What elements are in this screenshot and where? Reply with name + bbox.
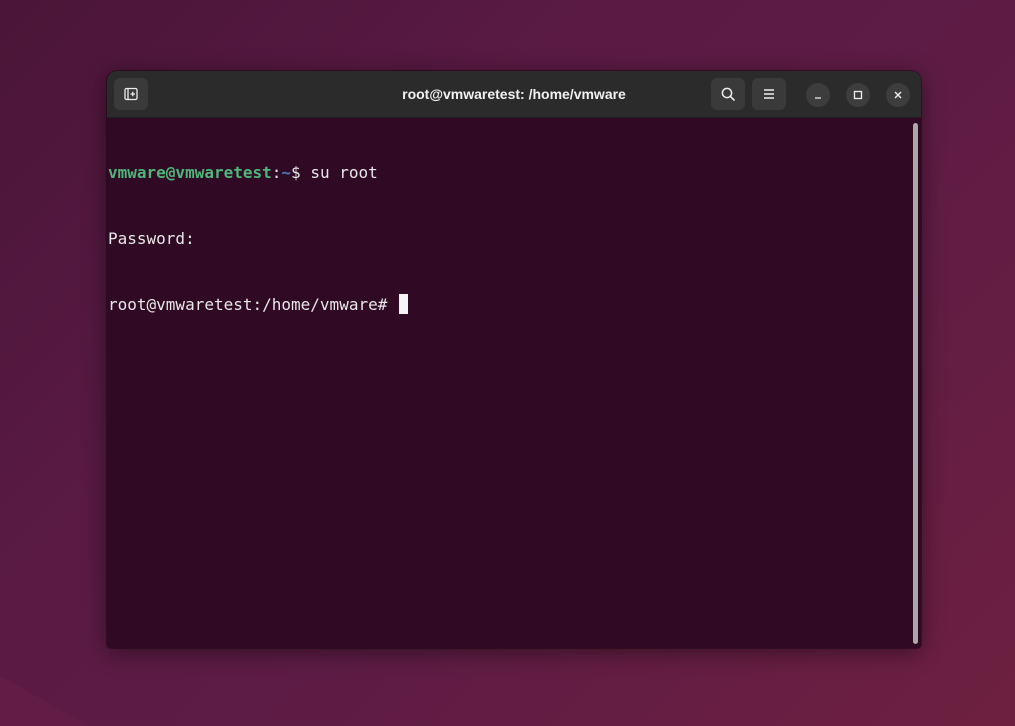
window-title: root@vmwaretest: /home/vmware [402, 86, 626, 102]
new-tab-icon [124, 87, 138, 101]
text-cursor [398, 294, 408, 314]
new-tab-button[interactable] [114, 78, 148, 110]
headerbar: root@vmwaretest: /home/vmware [107, 71, 921, 118]
minimize-button[interactable] [806, 83, 830, 107]
terminal-line: root@vmwaretest:/home/vmware# [108, 294, 408, 316]
terminal-line: vmware@vmwaretest:~$ su root [108, 162, 408, 184]
prompt-separator: : [271, 163, 282, 182]
password-prompt: Password: [108, 229, 195, 248]
terminal-output: vmware@vmwaretest:~$ su root Password: r… [108, 118, 408, 360]
terminal-area[interactable]: vmware@vmwaretest:~$ su root Password: r… [107, 118, 921, 648]
close-icon [894, 91, 902, 99]
desktop-background-shape [0, 676, 90, 726]
maximize-button[interactable] [846, 83, 870, 107]
prompt-path: ~ [281, 163, 292, 182]
root-prompt: root@vmwaretest:/home/vmware# [108, 295, 397, 314]
terminal-line: Password: [108, 228, 408, 250]
close-button[interactable] [886, 83, 910, 107]
hamburger-menu-icon [764, 89, 774, 99]
search-icon [721, 87, 735, 101]
menu-button[interactable] [752, 78, 786, 110]
minimize-icon [815, 97, 821, 99]
scrollbar[interactable] [913, 123, 918, 644]
terminal-window: root@vmwaretest: /home/vmware vmware@vmw… [107, 71, 921, 648]
command-text: su root [310, 163, 378, 182]
search-button[interactable] [711, 78, 745, 110]
maximize-icon [853, 90, 863, 100]
prompt-user-host: vmware@vmwaretest [108, 163, 272, 182]
prompt-symbol: $ [291, 163, 311, 182]
